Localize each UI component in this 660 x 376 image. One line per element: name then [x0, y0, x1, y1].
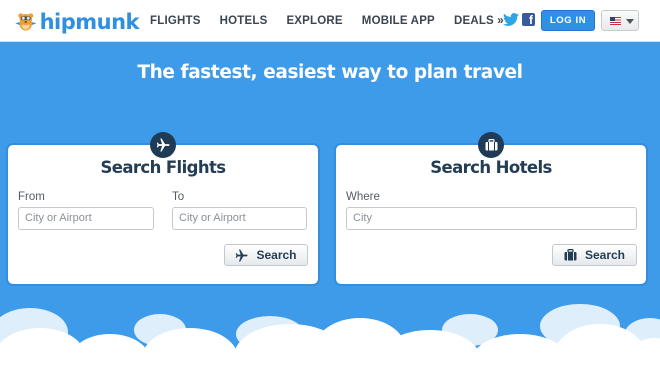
nav-hotels[interactable]: HOTELS: [220, 15, 268, 27]
chevron-down-icon: [626, 19, 634, 24]
to-input[interactable]: City or Airport: [172, 207, 307, 230]
us-flag-icon: [610, 17, 621, 25]
hero-tagline: The fastest, easiest way to plan travel: [137, 62, 523, 83]
where-label: Where: [346, 191, 380, 203]
airplane-icon: [235, 248, 249, 262]
search-flights-label: Search: [256, 248, 297, 262]
from-input[interactable]: City or Airport: [18, 207, 154, 230]
search-hotels-card: Search Hotels Where City Search: [336, 132, 646, 284]
search-flights-card: Search Flights From City or Airport To C…: [8, 132, 318, 284]
chipmunk-mascot-icon: [15, 13, 37, 31]
airplane-icon: [156, 138, 170, 152]
search-flights-button[interactable]: Search: [224, 244, 308, 266]
top-header: hipmunk FLIGHTS HOTELS EXPLORE MOBILE AP…: [0, 0, 660, 42]
suitcase-icon: [564, 249, 577, 261]
main-nav: FLIGHTS HOTELS EXPLORE MOBILE APP DEALS …: [150, 0, 523, 42]
nav-flights[interactable]: FLIGHTS: [150, 15, 201, 27]
locale-selector[interactable]: [601, 10, 639, 31]
hotels-badge: [478, 132, 504, 158]
login-button[interactable]: LOG IN: [541, 10, 595, 31]
to-label: To: [172, 191, 185, 203]
where-input[interactable]: City: [346, 207, 637, 230]
from-label: From: [18, 191, 45, 203]
logo-text: hipmunk: [39, 10, 140, 34]
hotels-title: Search Hotels: [430, 158, 552, 177]
hipmunk-logo[interactable]: hipmunk: [14, 4, 140, 40]
suitcase-icon: [485, 139, 497, 151]
nav-deals[interactable]: DEALS »: [454, 15, 504, 27]
flights-badge: [150, 132, 176, 158]
nav-mobile-app[interactable]: MOBILE APP: [362, 15, 435, 27]
search-hotels-button[interactable]: Search: [552, 244, 637, 266]
twitter-icon[interactable]: [503, 13, 519, 27]
facebook-icon[interactable]: f: [522, 13, 535, 26]
search-hotels-label: Search: [584, 248, 626, 262]
nav-explore[interactable]: EXPLORE: [286, 15, 342, 27]
clouds-decoration: [0, 304, 660, 376]
flights-title: Search Flights: [100, 158, 226, 177]
